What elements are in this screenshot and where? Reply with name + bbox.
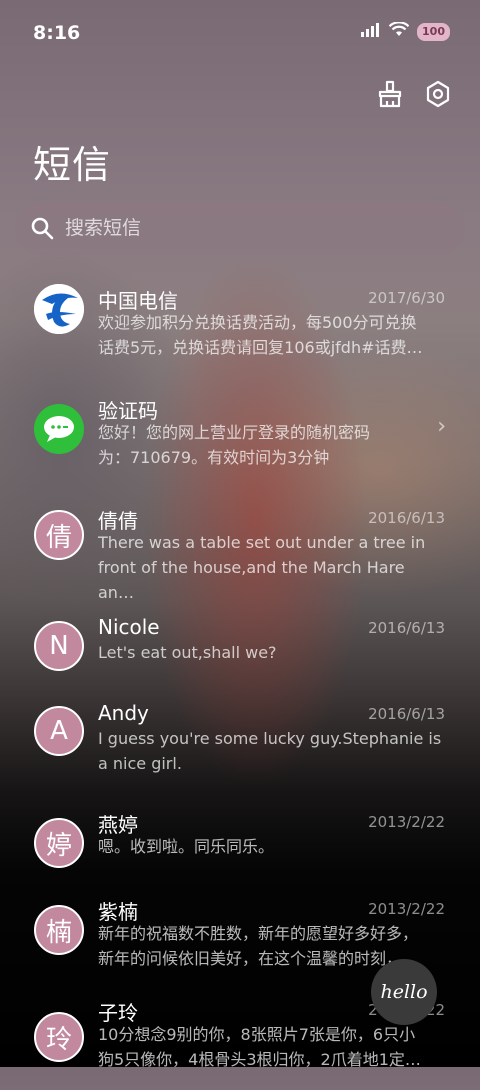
preview-line-2: front of the house,and the March Hare an… (98, 558, 405, 602)
avatar: A (34, 706, 84, 756)
message-date: 2016/6/13 (368, 705, 445, 723)
preview-line-1: There was a table set out under a tree i… (98, 533, 426, 552)
message-date: 2016/6/13 (368, 619, 445, 637)
avatar: 婷 (34, 818, 84, 868)
message-date: 2013/2/22 (368, 813, 445, 831)
header-actions (374, 76, 454, 112)
wifi-icon (388, 21, 410, 41)
avatar: N (34, 621, 84, 671)
avatar: 玲 (34, 1012, 84, 1062)
status-icons: 100 (361, 21, 450, 41)
message-preview: Let's eat out,shall we? (98, 640, 444, 665)
preview-line-1: Let's eat out,shall we? (98, 643, 277, 662)
battery-indicator: 100 (417, 22, 450, 41)
preview-line-1: 新年的祝福数不胜数，新年的愿望好多好多， (98, 924, 419, 943)
message-preview: 欢迎参加积分兑换话费活动，每500分可兑换 话费5元，兑换话费请回复106或jf… (98, 310, 444, 360)
signal-icon (361, 22, 381, 41)
message-preview: 您好！您的网上营业厅登录的随机密码 为：710679。有效时间为3分钟 (98, 420, 444, 470)
avatar: 楠 (34, 905, 84, 955)
message-preview: I guess you're some lucky guy.Stephanie … (98, 726, 444, 776)
message-date: 2016/6/13 (368, 509, 445, 527)
preview-line-1: I guess you're some lucky guy.Stephanie … (98, 729, 442, 748)
preview-line-1: 欢迎参加积分兑换话费活动，每500分可兑换 (98, 313, 417, 332)
contact-name: Nicole (98, 615, 160, 639)
message-date: 2017/6/30 (368, 289, 445, 307)
contact-name: Andy (98, 701, 149, 725)
china-telecom-logo-icon (34, 284, 84, 334)
preview-line-1: 您好！您的网上营业厅登录的随机密码 (98, 423, 371, 442)
chat-bubble-icon (34, 404, 84, 454)
conversation-row[interactable]: 中国电信 2017/6/30 欢迎参加积分兑换话费活动，每500分可兑换 话费5… (0, 270, 480, 380)
preview-line-2: 狗5只像你，4根骨头3根归你，2爪着地1定… (98, 1050, 421, 1069)
preview-line-1: 嗯。收到啦。同乐同乐。 (98, 837, 275, 856)
clean-brush-icon[interactable] (374, 76, 406, 112)
conversation-row[interactable]: A Andy 2016/6/13 I guess you're some luc… (0, 686, 480, 796)
search-input[interactable] (63, 216, 427, 240)
status-time: 8:16 (33, 22, 81, 44)
conversation-row[interactable]: 验证码 › 您好！您的网上营业厅登录的随机密码 为：710679。有效时间为3分… (0, 380, 480, 490)
message-preview: There was a table set out under a tree i… (98, 530, 444, 605)
preview-line-1: 10分想念9别的你，8张照片7张是你，6只小 (98, 1025, 416, 1044)
search-bar[interactable] (15, 202, 465, 254)
conversation-row[interactable]: 婷 燕婷 2013/2/22 嗯。收到啦。同乐同乐。 (0, 796, 480, 882)
hello-fab-button[interactable]: hello (371, 959, 437, 1025)
message-date: 2013/2/22 (368, 900, 445, 918)
page-title: 短信 (33, 143, 112, 187)
message-preview: 10分想念9别的你，8张照片7张是你，6只小 狗5只像你，4根骨头3根归你，2爪… (98, 1022, 444, 1072)
conversation-row[interactable]: N Nicole 2016/6/13 Let's eat out,shall w… (0, 600, 480, 686)
message-preview: 嗯。收到啦。同乐同乐。 (98, 834, 444, 859)
search-icon (29, 215, 55, 241)
settings-icon[interactable] (422, 76, 454, 112)
preview-line-2: a nice girl. (98, 754, 182, 773)
avatar: 倩 (34, 510, 84, 560)
preview-line-2: 为：710679。有效时间为3分钟 (98, 448, 330, 467)
preview-line-2: 话费5元，兑换话费请回复106或jfdh#话费… (98, 338, 423, 357)
conversation-row[interactable]: 倩 倩倩 2016/6/13 There was a table set out… (0, 490, 480, 602)
status-bar: 8:16 100 (0, 0, 480, 64)
